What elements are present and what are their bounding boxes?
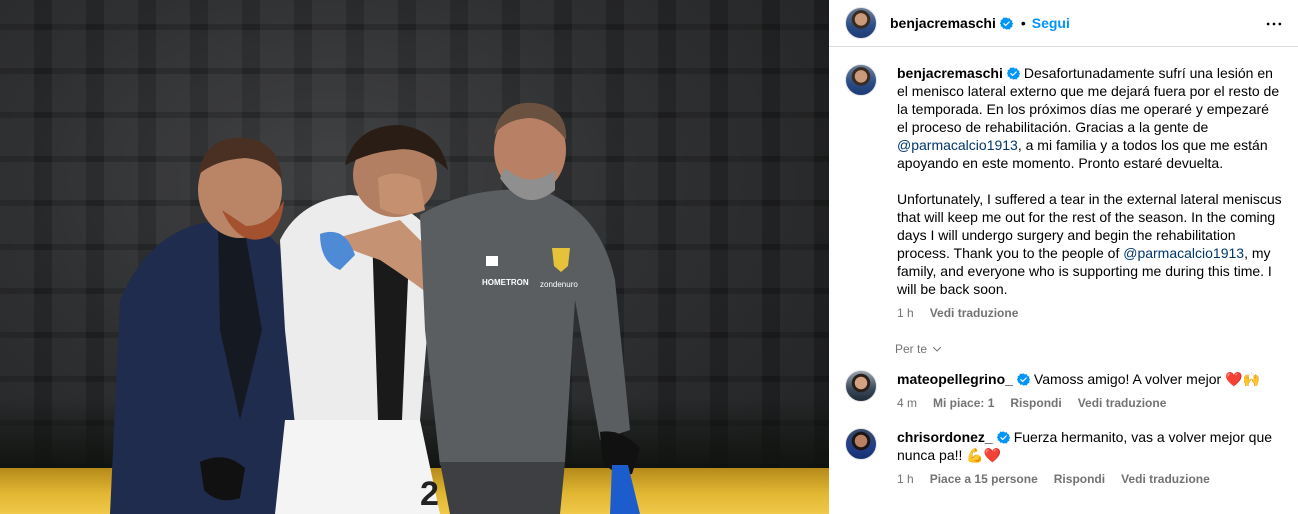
caption-text: benjacremaschi Desafortunadamente sufrí u… xyxy=(897,64,1282,298)
comment-text: chrisordonez_ Fuerza hermanito, vas a vol… xyxy=(897,428,1282,464)
commenter-avatar[interactable] xyxy=(845,370,877,402)
caption-time[interactable]: 1 h xyxy=(897,306,914,320)
follow-button[interactable]: Segui xyxy=(1032,15,1070,31)
reply-button[interactable]: Rispondi xyxy=(1054,472,1105,486)
mention-link[interactable]: @parmacalcio1913 xyxy=(897,137,1018,153)
commenter-avatar[interactable] xyxy=(845,428,877,460)
chevron-down-icon xyxy=(933,347,942,352)
author-username[interactable]: benjacremaschi xyxy=(890,15,996,31)
see-translation-button[interactable]: Vedi traduzione xyxy=(1121,472,1210,486)
comment-item: chrisordonez_ Fuerza hermanito, vas a vol… xyxy=(845,428,1282,486)
post-side-panel: benjacremaschi • Segui benjacremaschi Des… xyxy=(829,0,1298,514)
see-translation-button[interactable]: Vedi traduzione xyxy=(930,306,1019,320)
reply-button[interactable]: Rispondi xyxy=(1010,396,1061,410)
staff-in-grey: HOMETRON zondenuro xyxy=(420,102,640,514)
comment-emoji: 💪❤️ xyxy=(966,447,1002,463)
author-avatar[interactable] xyxy=(845,7,877,39)
comment-text: mateopellegrino_ Vamoss amigo! A volver m… xyxy=(897,370,1282,388)
caption-username[interactable]: benjacremaschi xyxy=(897,65,1003,81)
commenter-username[interactable]: chrisordonez_ xyxy=(897,429,993,445)
caption-meta: 1 h Vedi traduzione xyxy=(897,306,1282,320)
verified-badge-icon xyxy=(996,431,1010,444)
comment-time[interactable]: 1 h xyxy=(897,472,914,486)
verified-badge-icon xyxy=(1016,373,1030,386)
post-header: benjacremaschi • Segui xyxy=(829,0,1298,47)
players-illustration: 2 HOMETRON zondenuro xyxy=(110,102,640,514)
jersey-number: 2 xyxy=(420,475,439,513)
comments-scroll-area[interactable]: benjacremaschi Desafortunadamente sufrí u… xyxy=(829,48,1298,514)
verified-badge-icon xyxy=(999,16,1013,30)
comment-meta: 4 m Mi piace: 1 Rispondi Vedi traduzione xyxy=(897,396,1282,410)
post-photo[interactable]: 2 HOMETRON zondenuro xyxy=(0,0,829,514)
comment-likes[interactable]: Piace a 15 persone xyxy=(930,472,1038,486)
comment-item: mateopellegrino_ Vamoss amigo! A volver m… xyxy=(845,370,1282,410)
comment-likes[interactable]: Mi piace: 1 xyxy=(933,396,994,410)
caption-avatar[interactable] xyxy=(845,64,877,96)
post-caption: benjacremaschi Desafortunadamente sufrí u… xyxy=(845,64,1282,320)
verified-badge-icon xyxy=(1006,67,1020,80)
separator-dot: • xyxy=(1020,15,1026,31)
comment-body: Vamoss amigo! A volver mejor xyxy=(1033,371,1226,387)
comment-emoji: ❤️🙌 xyxy=(1225,371,1260,387)
comment-meta: 1 h Piace a 15 persone Rispondi Vedi tra… xyxy=(897,472,1282,486)
comment-sort-dropdown[interactable]: Per te xyxy=(845,342,1282,356)
comment-time[interactable]: 4 m xyxy=(897,396,917,410)
commenter-username[interactable]: mateopellegrino_ xyxy=(897,371,1013,387)
sponsor-2: zondenuro xyxy=(540,280,578,289)
sort-label: Per te xyxy=(895,342,928,356)
more-options-icon[interactable] xyxy=(1264,14,1284,34)
mention-link[interactable]: @parmacalcio1913 xyxy=(1123,245,1244,261)
sponsor-1: HOMETRON xyxy=(482,278,529,287)
see-translation-button[interactable]: Vedi traduzione xyxy=(1078,396,1167,410)
